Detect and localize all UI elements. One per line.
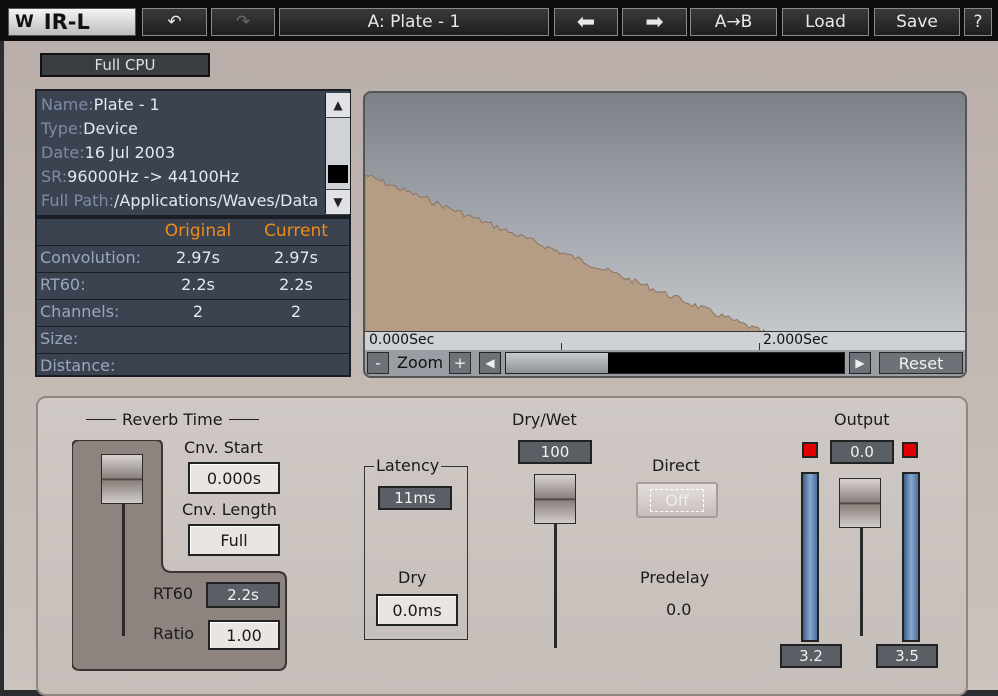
arrow-left-icon: ⬅	[576, 9, 596, 35]
latency-display: 11ms	[378, 486, 452, 510]
cnv-start-field[interactable]: 0.000s	[188, 462, 280, 494]
table-cell-current: 2	[290, 302, 302, 321]
meter-right-readout: 3.5	[876, 644, 938, 668]
info-sr-row: SR:96000Hz -> 44100Hz	[41, 167, 240, 186]
reset-button[interactable]: Reset	[879, 352, 963, 374]
latency-title: Latency	[374, 456, 442, 475]
caret-left-icon: ◀	[485, 356, 495, 370]
predelay-value[interactable]: 0.0	[666, 600, 691, 619]
table-cell-label: Size:	[40, 329, 79, 348]
direct-toggle[interactable]: Off	[636, 482, 718, 518]
table-cell-label: Convolution:	[40, 248, 141, 267]
zoom-out-button[interactable]: -	[367, 352, 389, 374]
arrow-right-icon: ➡	[645, 9, 664, 35]
output-label: Output	[834, 410, 890, 429]
dry-wet-label: Dry/Wet	[512, 410, 577, 429]
ir-info-panel: Name:Plate - 1 Type:Device Date:16 Jul 2…	[35, 89, 351, 217]
zoom-in-button[interactable]: +	[449, 352, 471, 374]
dry-wet-display[interactable]: 100	[518, 440, 592, 464]
info-type-row: Type:Device	[41, 119, 138, 138]
direct-label: Direct	[652, 456, 700, 475]
redo-button[interactable]: ↷	[211, 8, 275, 36]
ab-copy-button[interactable]: A→B	[690, 8, 777, 36]
ruler-tick	[561, 343, 562, 350]
load-button[interactable]: Load	[782, 8, 869, 36]
clip-indicator-right[interactable]	[902, 442, 918, 458]
table-cell-original: 2.2s	[181, 275, 215, 294]
output-fader-handle[interactable]	[839, 478, 881, 528]
scroll-left-button[interactable]: ◀	[479, 352, 501, 374]
ir-params-table: Original Current Convolution: 2.97s 2.97s R…	[35, 217, 351, 377]
rt-fader-track	[122, 486, 125, 636]
waves-logo-icon: W	[15, 12, 34, 32]
logo: W IR-L	[8, 8, 136, 36]
time-ruler: 0.000Sec 2.000Sec	[365, 331, 965, 351]
ruler-tick	[759, 343, 760, 350]
rt60-field[interactable]: 2.2s	[206, 582, 280, 608]
dry-latency-field[interactable]: 0.0ms	[376, 594, 458, 626]
table-row: Size:	[37, 326, 349, 352]
info-date-row: Date:16 Jul 2003	[41, 143, 176, 162]
info-path-row: Full Path:/Applications/Waves/Data	[41, 191, 319, 210]
redo-icon: ↷	[235, 12, 251, 32]
dry-wet-fader-handle[interactable]	[534, 474, 576, 524]
preset-display[interactable]: A: Plate - 1	[279, 8, 549, 36]
table-cell-current: 2.2s	[279, 275, 313, 294]
dry-latency-label: Dry	[398, 568, 427, 587]
cnv-length-label: Cnv. Length	[182, 500, 277, 519]
caret-right-icon: ▶	[855, 356, 865, 370]
horizontal-scroll-thumb[interactable]	[506, 353, 608, 373]
table-cell-label: Distance:	[40, 356, 116, 375]
scroll-up-icon[interactable]: ▲	[326, 93, 350, 118]
table-row: Convolution: 2.97s 2.97s	[37, 245, 349, 271]
table-cell-current: 2.97s	[274, 248, 318, 267]
scroll-thumb[interactable]	[328, 165, 348, 183]
plugin-body: Full CPU Name:Plate - 1 Type:Device Date…	[4, 41, 998, 696]
table-row: RT60: 2.2s 2.2s	[37, 272, 349, 298]
scroll-down-icon[interactable]: ▼	[326, 189, 350, 214]
table-cell-original: 2.97s	[176, 248, 220, 267]
scroll-right-button[interactable]: ▶	[849, 352, 871, 374]
undo-button[interactable]: ↶	[142, 8, 207, 36]
cpu-mode-button[interactable]: Full CPU	[40, 53, 210, 77]
help-button[interactable]: ?	[964, 8, 992, 36]
prev-preset-button[interactable]: ⬅	[554, 8, 618, 36]
info-name-row: Name:Plate - 1	[41, 95, 160, 114]
rt-fader-handle[interactable]	[101, 454, 143, 504]
table-row: Channels: 2 2	[37, 299, 349, 325]
cnv-length-field[interactable]: Full	[188, 524, 280, 556]
clip-indicator-left[interactable]	[802, 442, 818, 458]
info-scrollbar[interactable]: ▲ ▼	[325, 93, 350, 214]
toolbar: W IR-L ↶ ↷ A: Plate - 1 ⬅ ➡ A→B Load Sav…	[0, 0, 998, 41]
meter-left-readout: 3.2	[780, 644, 842, 668]
cnv-start-label: Cnv. Start	[184, 438, 263, 457]
rt60-label: RT60	[153, 584, 194, 603]
table-header-current: Current	[264, 221, 328, 241]
control-panel: Reverb Time Cnv. Start 0.000s Cnv. Lengt…	[36, 396, 968, 696]
save-button[interactable]: Save	[874, 8, 960, 36]
output-gain-display[interactable]: 0.0	[830, 440, 894, 464]
table-cell-label: Channels:	[40, 302, 120, 321]
table-row: Distance:	[37, 353, 349, 379]
next-preset-button[interactable]: ➡	[622, 8, 687, 36]
zoom-controls: - Zoom + ◀ ▶ Reset	[365, 350, 965, 376]
ir-waveform	[365, 93, 965, 333]
undo-icon: ↶	[167, 12, 182, 32]
horizontal-scrollbar[interactable]	[505, 352, 845, 374]
ratio-label: Ratio	[153, 624, 195, 643]
table-cell-original: 2	[192, 302, 204, 321]
ratio-field[interactable]: 1.00	[208, 620, 280, 650]
ir-display-panel: 0.000Sec 2.000Sec - Zoom + ◀ ▶ Reset	[363, 91, 967, 378]
reverb-time-title: Reverb Time	[86, 410, 259, 429]
predelay-label: Predelay	[640, 568, 710, 587]
table-header-original: Original	[164, 221, 232, 241]
table-cell-label: RT60:	[40, 275, 86, 294]
output-meter-left	[801, 472, 819, 642]
output-meter-right	[902, 472, 920, 642]
